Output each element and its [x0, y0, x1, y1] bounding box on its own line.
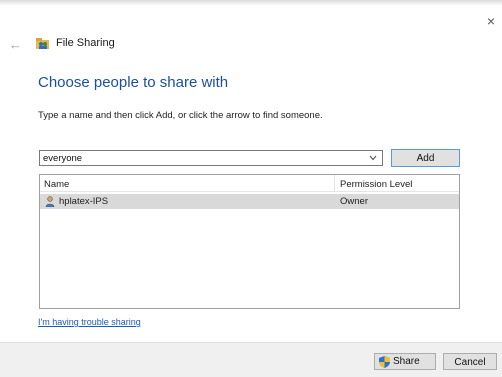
cancel-button[interactable]: Cancel	[443, 353, 497, 370]
list-header: Name Permission Level	[40, 175, 459, 192]
column-header-permission[interactable]: Permission Level	[340, 179, 412, 190]
add-button[interactable]: Add	[391, 149, 460, 167]
window-title: File Sharing	[56, 37, 115, 49]
page-heading: Choose people to share with	[38, 74, 229, 91]
trouble-sharing-link[interactable]: I'm having trouble sharing	[38, 317, 141, 327]
chevron-down-icon[interactable]	[367, 152, 379, 164]
close-button[interactable]: ×	[487, 14, 495, 28]
sharing-list[interactable]: Name Permission Level hplatex-IPS Owner	[39, 174, 460, 309]
name-combobox[interactable]	[39, 150, 383, 166]
file-sharing-icon	[36, 38, 49, 49]
row-user-name: hplatex-IPS	[59, 196, 109, 207]
list-item[interactable]: hplatex-IPS Owner	[40, 194, 459, 209]
share-button[interactable]: Share	[374, 353, 436, 370]
row-permission-level[interactable]: Owner	[340, 196, 368, 207]
name-input[interactable]	[40, 151, 363, 165]
top-border	[0, 0, 502, 6]
share-label: Share	[393, 356, 420, 367]
column-divider[interactable]	[334, 175, 335, 191]
instruction-text: Type a name and then click Add, or click…	[38, 110, 323, 121]
user-icon	[45, 196, 55, 207]
dialog-footer: Share Cancel	[0, 342, 502, 377]
column-header-name[interactable]: Name	[44, 179, 69, 190]
shield-icon	[379, 356, 390, 368]
back-arrow-button[interactable]: ←	[9, 37, 22, 52]
